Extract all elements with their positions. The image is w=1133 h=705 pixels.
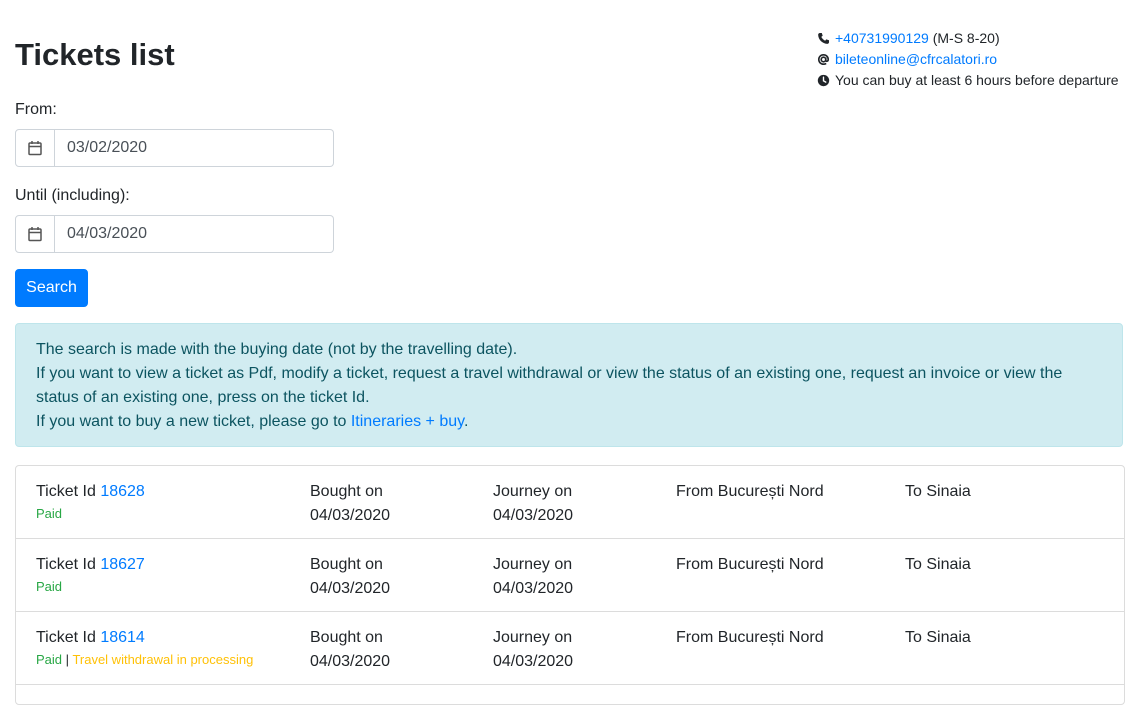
- phone-hours: (M-S 8-20): [932, 30, 1000, 46]
- until-label: Until (including):: [15, 187, 130, 204]
- bought-label: Bought on: [310, 556, 383, 573]
- journey-label: Journey on: [493, 483, 573, 500]
- bought-label: Bought on: [310, 629, 383, 646]
- to-station: To Sinaia: [905, 629, 971, 646]
- from-date-group: [15, 129, 334, 167]
- from-station: From București Nord: [676, 556, 824, 573]
- journey-cell: Journey on 04/03/2020: [493, 626, 573, 674]
- buy-time-note: You can buy at least 6 hours before depa…: [835, 72, 1119, 88]
- until-date-group: [15, 215, 334, 253]
- phone-icon: [816, 32, 830, 46]
- status-separator: |: [65, 652, 70, 667]
- status-withdrawal-processing: Travel withdrawal in processing: [72, 652, 254, 667]
- search-button[interactable]: Search: [15, 269, 88, 307]
- bought-date: 04/03/2020: [310, 580, 391, 597]
- journey-date: 04/03/2020: [493, 507, 574, 524]
- journey-cell: Journey on 04/03/2020: [493, 480, 573, 528]
- from-station: From București Nord: [676, 483, 824, 500]
- status-paid: Paid: [36, 652, 63, 667]
- bought-cell: Bought on 04/03/2020: [310, 553, 390, 601]
- from-calendar-button[interactable]: [15, 129, 55, 167]
- table-row: Ticket Id 18628 Paid Bought on 04/03/202…: [16, 466, 1124, 539]
- info-alert: The search is made with the buying date …: [15, 323, 1123, 447]
- journey-date: 04/03/2020: [493, 653, 574, 670]
- bought-cell: Bought on 04/03/2020: [310, 480, 390, 528]
- clock-icon: [816, 74, 830, 88]
- info-line-3-suffix: .: [463, 413, 469, 430]
- journey-date: 04/03/2020: [493, 580, 574, 597]
- at-icon: [816, 53, 830, 67]
- email-link[interactable]: bileteonline@cfrcalatori.ro: [835, 49, 997, 70]
- table-row: Ticket Id 18614 Paid | Travel withdrawal…: [16, 612, 1124, 685]
- from-date-input[interactable]: [55, 129, 334, 167]
- ticket-id-link[interactable]: 18627: [100, 556, 145, 573]
- journey-cell: Journey on 04/03/2020: [493, 553, 573, 601]
- from-label: From:: [15, 101, 57, 118]
- phone-link[interactable]: +40731990129: [835, 28, 929, 49]
- from-station: From București Nord: [676, 629, 824, 646]
- until-date-input[interactable]: [55, 215, 334, 253]
- contact-email-row: bileteonline@cfrcalatori.ro: [816, 49, 1119, 70]
- ticket-id-cell: Ticket Id 18628 Paid: [36, 480, 145, 524]
- bought-date: 04/03/2020: [310, 507, 391, 524]
- info-line-1: The search is made with the buying date …: [36, 341, 518, 358]
- until-calendar-button[interactable]: [15, 215, 55, 253]
- bought-cell: Bought on 04/03/2020: [310, 626, 390, 674]
- ticket-id-label: Ticket Id: [36, 483, 96, 500]
- ticket-id-label: Ticket Id: [36, 556, 96, 573]
- to-station: To Sinaia: [905, 483, 971, 500]
- calendar-icon: [28, 227, 42, 242]
- ticket-id-cell: Ticket Id 18627 Paid: [36, 553, 145, 597]
- contact-note-row: You can buy at least 6 hours before depa…: [816, 70, 1119, 91]
- status-paid: Paid: [36, 506, 63, 521]
- bought-date: 04/03/2020: [310, 653, 391, 670]
- ticket-id-link[interactable]: 18614: [100, 629, 145, 646]
- itineraries-buy-link[interactable]: Itineraries + buy: [351, 413, 464, 430]
- to-station: To Sinaia: [905, 556, 971, 573]
- ticket-id-label: Ticket Id: [36, 629, 96, 646]
- info-line-3-prefix: If you want to buy a new ticket, please …: [36, 413, 351, 430]
- status-paid: Paid: [36, 579, 63, 594]
- ticket-id-link[interactable]: 18628: [100, 483, 145, 500]
- journey-label: Journey on: [493, 556, 573, 573]
- ticket-id-cell: Ticket Id 18614 Paid | Travel withdrawal…: [36, 626, 253, 670]
- contact-phone-row: +40731990129 (M-S 8-20): [816, 28, 1119, 49]
- table-row: Ticket Id 18627 Paid Bought on 04/03/202…: [16, 539, 1124, 612]
- journey-label: Journey on: [493, 629, 573, 646]
- info-line-3: If you want to buy a new ticket, please …: [36, 410, 1102, 434]
- info-line-2: If you want to view a ticket as Pdf, mod…: [36, 365, 1063, 406]
- bought-label: Bought on: [310, 483, 383, 500]
- calendar-icon: [28, 141, 42, 156]
- page-title: Tickets list: [15, 37, 175, 72]
- contact-info: +40731990129 (M-S 8-20) bileteonline@cfr…: [816, 28, 1119, 91]
- tickets-list: Ticket Id 18628 Paid Bought on 04/03/202…: [15, 465, 1125, 705]
